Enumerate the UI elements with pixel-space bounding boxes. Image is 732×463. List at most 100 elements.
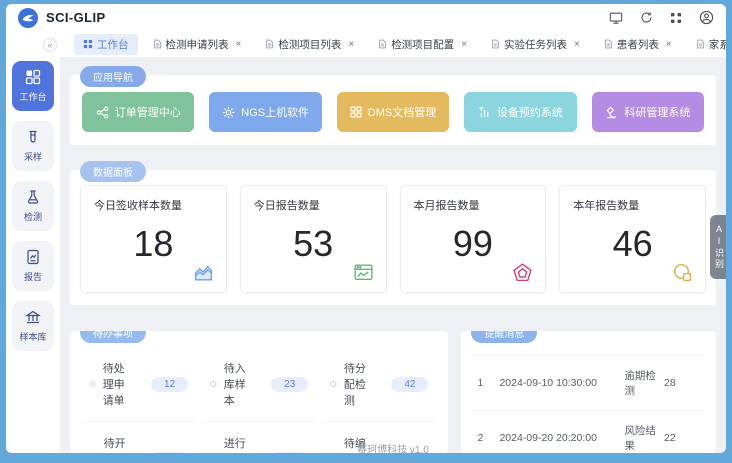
test-tube-icon xyxy=(25,129,41,147)
sidebar-item-sample-bank[interactable]: 样本库 xyxy=(12,301,54,351)
close-tab-icon[interactable]: × xyxy=(666,39,672,50)
report-browser-icon xyxy=(353,262,374,283)
topbar-actions xyxy=(609,10,714,25)
file-icon xyxy=(492,39,499,49)
todo-label: 待开始实验 xyxy=(103,438,126,450)
todo-tests-to-assign[interactable]: 待分配检测 42 xyxy=(324,347,435,422)
app-logo xyxy=(18,7,38,28)
workbench-grid-icon xyxy=(25,69,41,87)
messages-badge: 提醒消息 xyxy=(471,331,538,343)
tab-workbench[interactable]: 工作台 xyxy=(74,33,138,55)
message-count: 22 xyxy=(664,432,676,444)
sidebar-item-label: 采样 xyxy=(23,152,42,162)
sidebar-item-report[interactable]: 报告 xyxy=(12,241,54,291)
stat-title: 今日签收样本数量 xyxy=(94,200,182,212)
tab-experiment-task-list[interactable]: 实验任务列表 × xyxy=(482,34,589,55)
ngs-software-button[interactable]: NGS上机软件 xyxy=(209,92,322,132)
file-icon xyxy=(696,39,704,49)
messages-table: 1 2024-09-10 10:30:00 逾期检测 28 2 2024-09-… xyxy=(473,355,704,453)
tab-test-project-list[interactable]: 检测项目列表 × xyxy=(256,34,363,55)
sidebar-item-label: 工作台 xyxy=(19,92,47,102)
ai-recognition-side-tab[interactable]: AI识别 xyxy=(710,215,726,279)
app-button-label: NGS上机软件 xyxy=(241,107,310,119)
todo-reports-to-write[interactable]: 待编写报告 14 xyxy=(324,422,434,453)
dashboard-body: 应用导航 订单管理中心 NGS上机软件 DMS文档管理 设备预约系统 科研管理系… xyxy=(60,57,726,453)
tab-test-request-list[interactable]: 检测申请列表 × xyxy=(144,34,251,55)
app-window: SCI-GLIP « 工作台 采样 检测 报告 样本库 工作台 检测申请列表 ×… xyxy=(6,4,726,453)
todo-label: 待处理申请单 xyxy=(102,363,125,407)
todo-experiments-to-start[interactable]: 待开始实验 34 xyxy=(84,422,194,453)
app-title: SCI-GLIP xyxy=(46,10,106,25)
tab-family-list[interactable]: 家系列表 × xyxy=(687,34,726,55)
close-tab-icon[interactable]: × xyxy=(348,39,354,50)
sidebar-collapse-button[interactable]: « xyxy=(43,38,57,52)
tab-test-project-config[interactable]: 检测项目配置 × xyxy=(369,34,476,55)
sidebar-item-workbench[interactable]: 工作台 xyxy=(12,61,54,111)
message-row: 1 2024-09-10 10:30:00 逾期检测 28 xyxy=(473,355,704,411)
apps-grid-icon[interactable] xyxy=(670,12,682,24)
stat-value: 99 xyxy=(452,223,493,264)
tab-label: 实验任务列表 xyxy=(504,38,568,51)
tab-label: 家系列表 xyxy=(708,38,726,51)
sidebar-item-testing[interactable]: 检测 xyxy=(12,181,54,231)
clock-icon xyxy=(210,380,217,388)
todo-pending-requests[interactable]: 待处理申请单 12 xyxy=(84,347,195,422)
todo-count: 23 xyxy=(271,376,309,392)
device-bars-icon xyxy=(479,106,489,117)
dms-docs-button[interactable]: DMS文档管理 xyxy=(336,92,450,132)
sidebar: « 工作台 采样 检测 报告 样本库 xyxy=(6,31,60,453)
message-index: 1 xyxy=(477,377,484,389)
message-time: 2024-09-10 10:30:00 xyxy=(499,377,597,389)
share-nodes-icon xyxy=(96,106,108,118)
avatar-icon[interactable] xyxy=(699,10,714,25)
todo-count: 12 xyxy=(151,376,189,392)
bank-building-icon xyxy=(25,309,41,327)
pentagon-gem-icon xyxy=(512,262,533,283)
order-management-button[interactable]: 订单管理中心 xyxy=(82,92,195,132)
monitor-icon[interactable] xyxy=(609,11,623,25)
todo-samples-to-store[interactable]: 待入库样本 23 xyxy=(204,347,315,422)
clock-icon xyxy=(330,380,337,388)
message-time: 2024-09-20 20:20:00 xyxy=(499,432,597,444)
tab-patient-list[interactable]: 患者列表 × xyxy=(595,34,681,55)
device-booking-button[interactable]: 设备预约系统 xyxy=(464,92,577,132)
message-count: 28 xyxy=(664,377,676,389)
messages-panel: 提醒消息 1 2024-09-10 10:30:00 逾期检测 28 2 202… xyxy=(461,331,716,453)
research-management-button[interactable]: 科研管理系统 xyxy=(591,92,705,132)
todo-tasks-in-progress[interactable]: 进行中任务 23 xyxy=(204,422,314,453)
bird-logo-icon xyxy=(22,14,34,21)
tab-label: 检测申请列表 xyxy=(165,38,229,51)
close-tab-icon[interactable]: × xyxy=(236,39,242,50)
app-button-label: 订单管理中心 xyxy=(114,107,181,119)
todo-count: 23 xyxy=(271,451,309,453)
tab-label: 工作台 xyxy=(97,38,129,51)
sidebar-item-sampling[interactable]: 采样 xyxy=(12,121,54,171)
file-icon xyxy=(266,39,274,49)
workbench-grid-icon xyxy=(83,39,93,49)
app-nav-buttons: 订单管理中心 NGS上机软件 DMS文档管理 设备预约系统 科研管理系统 xyxy=(82,92,705,132)
main-area: « 工作台 采样 检测 报告 样本库 工作台 检测申请列表 × 检测项目列表 ×… xyxy=(6,31,726,453)
stat-card-samples-today: 今日签收样本数量 18 xyxy=(80,185,227,293)
todo-count: 42 xyxy=(391,376,429,392)
tab-label: 检测项目配置 xyxy=(391,38,455,51)
file-icon xyxy=(605,39,612,49)
bottom-row: 待办事项 待处理申请单 12 待入库样本 23 待分配检测 42 待开 进行 待… xyxy=(70,322,716,453)
tab-label: 患者列表 xyxy=(616,38,659,51)
todo-badge: 待办事项 xyxy=(80,331,146,343)
tab-bar: 工作台 检测申请列表 × 检测项目列表 × 检测项目配置 × 实验任务列表 × … xyxy=(60,31,726,57)
flask-icon xyxy=(25,189,41,207)
close-tab-icon[interactable]: × xyxy=(461,39,467,50)
stat-card-reports-month: 本月报告数量 99 xyxy=(399,185,547,293)
sidebar-item-label: 检测 xyxy=(23,212,42,222)
grid-icon xyxy=(350,106,362,118)
refresh-icon[interactable] xyxy=(640,11,653,24)
todo-count: 34 xyxy=(151,451,189,453)
data-panel: 数据面板 今日签收样本数量 18 今日报告数量 53 本月报告数量 99 本年报… xyxy=(70,161,716,305)
app-button-label: DMS文档管理 xyxy=(367,107,437,119)
app-nav-badge: 应用导航 xyxy=(80,66,146,87)
stat-title: 本月报告数量 xyxy=(413,200,480,212)
todo-count: 14 xyxy=(391,451,429,453)
todo-label: 进行中任务 xyxy=(223,438,246,450)
close-tab-icon[interactable]: × xyxy=(574,39,580,50)
report-doc-icon xyxy=(25,249,41,267)
